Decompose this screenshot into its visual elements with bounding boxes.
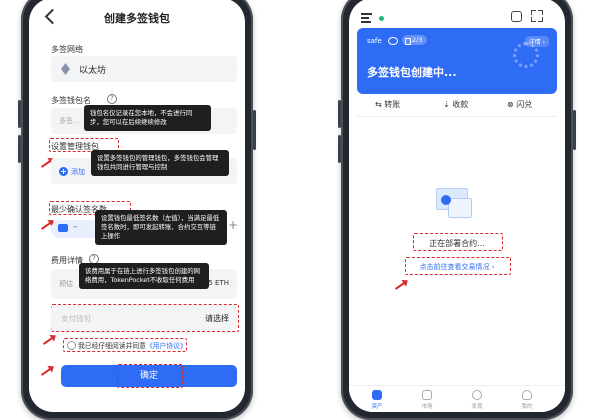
chart-icon: [422, 390, 432, 400]
receive-button[interactable]: ⇣ 收款: [443, 99, 468, 110]
tab-market[interactable]: 市场: [407, 390, 447, 410]
contract-deploy-illustration-icon: [428, 186, 474, 218]
receive-icon: ⇣: [443, 100, 453, 109]
swap-button[interactable]: ⊗ 闪兑: [507, 99, 532, 110]
network-label: 多签网络: [51, 45, 83, 54]
min-signatures-tooltip: 设置钱包最低签名数（左值），当满足最低签名数时，即可发起转账、合约交互等链上操作: [95, 210, 227, 245]
tab-assets-label: 资产: [371, 404, 383, 410]
tab-me[interactable]: 我的: [507, 390, 547, 410]
signers-badge: 2/3: [402, 35, 428, 45]
eye-icon[interactable]: [388, 37, 398, 45]
min-signatures-stepper[interactable]: –: [51, 220, 101, 238]
info-icon[interactable]: ?: [107, 94, 117, 104]
red-arrow-icon: [394, 280, 408, 290]
plus-button[interactable]: +: [228, 218, 238, 232]
transfer-label: 转账: [384, 100, 401, 109]
scan-icon[interactable]: [531, 10, 543, 22]
bottom-tab-bar: 资产 市场 发现 我的: [349, 385, 565, 412]
receive-label: 收款: [452, 100, 469, 109]
wallet-name-tooltip: 钱包名仅记录在您本地，不会进行同步，您可以在后续继续修改: [84, 105, 211, 131]
user-agreement-link[interactable]: 《用户协议》: [146, 342, 187, 350]
wallet-status: 多签钱包创建中...: [367, 66, 457, 79]
tab-discover[interactable]: 发现: [457, 390, 497, 410]
user-icon: [58, 224, 68, 232]
menu-icon[interactable]: [361, 13, 372, 23]
network-status-dot: [379, 16, 384, 21]
phone-volume-button: [18, 135, 21, 163]
nav-bar: 创建多签钱包: [29, 0, 245, 38]
user-profile-icon: [522, 390, 532, 400]
transfer-button[interactable]: ⇆ 转账: [375, 99, 400, 110]
managers-tooltip: 设置多签钱包的管理钱包，多签钱包会管理钱包共同进行管理与控制: [91, 150, 229, 176]
fee-estimate-value: 5 ETH: [208, 279, 229, 287]
agreement-checkbox[interactable]: [67, 341, 76, 350]
minus-icon[interactable]: –: [73, 222, 78, 232]
agreement-text: 我已经仔细阅读并同意《用户协议》: [78, 340, 187, 350]
phone-volume-button: [338, 100, 341, 128]
wallet-card[interactable]: safe 2/3 详情 › 多签钱包创建中...: [357, 28, 557, 94]
wallet-actions: ⇆ 转账 ⇣ 收款 ⊗ 闪兑: [357, 94, 557, 117]
page-title: 创建多签钱包: [104, 12, 170, 25]
red-arrow-icon: [42, 335, 56, 345]
network-value: 以太坊: [79, 66, 107, 76]
compass-icon: [472, 390, 482, 400]
pay-wallet-action[interactable]: 请选择: [205, 313, 229, 324]
fee-tooltip: 该费用属于在链上进行多签钱包创建的网络费用，TokenPocket不收取任何费用: [79, 263, 209, 289]
red-arrow-icon: [40, 366, 54, 376]
add-icon[interactable]: +: [59, 167, 68, 176]
add-manager-text[interactable]: 添加: [71, 167, 85, 177]
phone-volume-button: [18, 100, 21, 128]
wallet-icon: [372, 390, 382, 400]
signers-count: 2/3: [412, 36, 423, 44]
pay-wallet-label: 支付钱包: [61, 314, 91, 323]
fee-estimate-prefix: 预估: [59, 280, 73, 288]
tab-market-label: 市场: [421, 404, 433, 410]
wallet-home-screen: safe 2/3 详情 › 多签钱包创建中... ⇆ 转账 ⇣ 收款 ⊗ 闪兑 …: [349, 0, 565, 412]
wallet-switch-icon[interactable]: [511, 11, 522, 22]
tab-me-label: 我的: [521, 404, 533, 410]
confirm-highlight: [117, 364, 183, 388]
ethereum-icon: [61, 63, 70, 75]
right-phone: safe 2/3 详情 › 多签钱包创建中... ⇆ 转账 ⇣ 收款 ⊗ 闪兑 …: [338, 0, 576, 420]
network-selector[interactable]: 以太坊: [51, 56, 237, 82]
gear-watermark-icon: [513, 42, 539, 68]
deploying-text: 正在部署合约...: [429, 239, 485, 248]
transfer-icon: ⇆: [375, 100, 385, 109]
safe-label: safe: [367, 37, 382, 45]
phone-power-button: [253, 110, 256, 150]
pay-wallet-selector[interactable]: 支付钱包 请选择: [51, 305, 237, 331]
phone-power-button: [573, 110, 576, 150]
left-phone: 创建多签钱包 多签网络 以太坊 多签钱包名 ? 多签... 钱包名仅记录在您本地…: [18, 0, 256, 420]
swap-icon: ⊗: [507, 100, 517, 109]
signers-icon: [405, 38, 411, 45]
tab-discover-label: 发现: [471, 404, 483, 410]
create-multisig-screen: 创建多签钱包 多签网络 以太坊 多签钱包名 ? 多签... 钱包名仅记录在您本地…: [29, 0, 245, 412]
swap-label: 闪兑: [516, 100, 533, 109]
view-progress-link[interactable]: 点击前往查看交易情况 ›: [349, 262, 565, 272]
tab-assets[interactable]: 资产: [357, 390, 397, 410]
wallet-name-placeholder: 多签...: [59, 117, 80, 125]
agreement-prefix: 我已经仔细阅读并同意: [78, 342, 146, 350]
phone-volume-button: [338, 135, 341, 163]
